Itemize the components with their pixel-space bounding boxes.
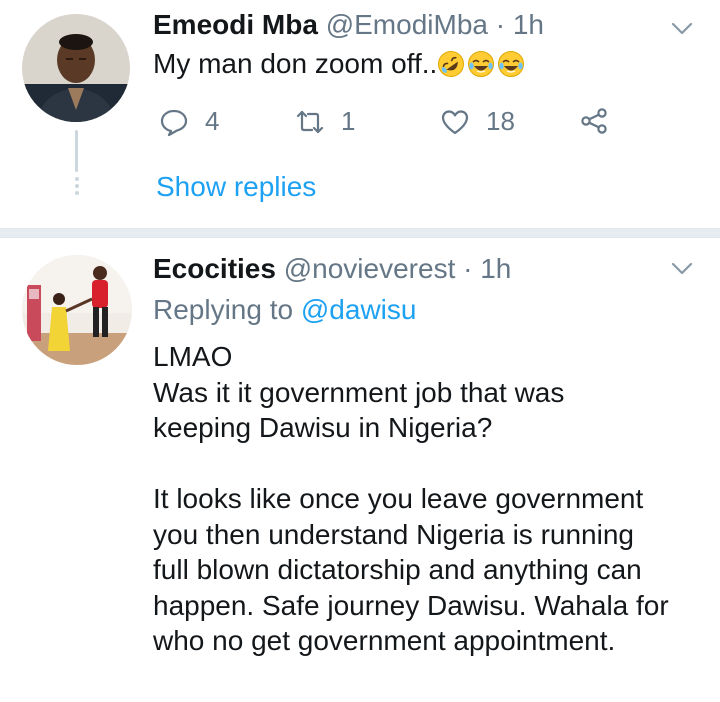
timestamp[interactable]: 1h	[513, 9, 544, 40]
chevron-down-icon[interactable]	[668, 14, 696, 42]
tweet-header: Emeodi Mba @EmodiMba · 1h	[153, 8, 544, 42]
tweet-text-content: My man don zoom off..	[153, 48, 438, 79]
retweet-count: 1	[341, 106, 356, 136]
username[interactable]: @novieverest	[284, 253, 456, 284]
reply-icon	[160, 109, 188, 136]
username[interactable]: @EmodiMba	[326, 9, 488, 40]
thread-more-dots	[72, 177, 81, 198]
like-count: 18	[486, 106, 515, 136]
display-name[interactable]: Ecocities	[153, 253, 276, 284]
avatar[interactable]	[22, 255, 132, 365]
thread-connector-line	[75, 130, 78, 172]
display-name[interactable]: Emeodi Mba	[153, 9, 318, 40]
emoji-group	[437, 50, 525, 78]
like-button[interactable]: 18	[440, 106, 515, 137]
tweet-text: My man don zoom off..	[153, 46, 525, 82]
tweet-divider	[0, 228, 720, 238]
rolling-on-floor-laughing-emoji-icon	[438, 50, 465, 77]
replying-to-line: Replying to @dawisu	[153, 293, 416, 327]
separator-dot: ·	[463, 253, 473, 284]
avatar[interactable]	[22, 14, 130, 122]
heart-icon	[441, 109, 469, 134]
tears-of-joy-emoji-icon	[498, 50, 525, 77]
retweet-icon	[296, 110, 324, 133]
show-replies-link[interactable]: Show replies	[156, 170, 316, 204]
tears-of-joy-emoji-icon	[468, 50, 495, 77]
timestamp[interactable]: 1h	[480, 253, 511, 284]
retweet-button[interactable]: 1	[295, 106, 355, 137]
avatar-image	[22, 255, 132, 365]
tweet-actions: 4 1 18	[153, 106, 623, 142]
replying-to-label: Replying to	[153, 294, 294, 325]
tweet-text: LMAO Was it it government job that was k…	[153, 341, 669, 656]
chevron-down-icon[interactable]	[668, 254, 696, 282]
replying-to-mention[interactable]: @dawisu	[301, 294, 417, 325]
share-button[interactable]	[579, 106, 609, 136]
reply-button[interactable]: 4	[159, 106, 219, 137]
separator-dot: ·	[495, 9, 506, 40]
share-icon	[581, 108, 607, 134]
tweet-emeodi-mba[interactable]: Emeodi Mba @EmodiMba · 1h My man don zoo…	[0, 0, 720, 228]
reply-count: 4	[205, 106, 220, 136]
tweet-header: Ecocities @novieverest · 1h	[153, 252, 511, 286]
avatar-image	[22, 14, 130, 122]
